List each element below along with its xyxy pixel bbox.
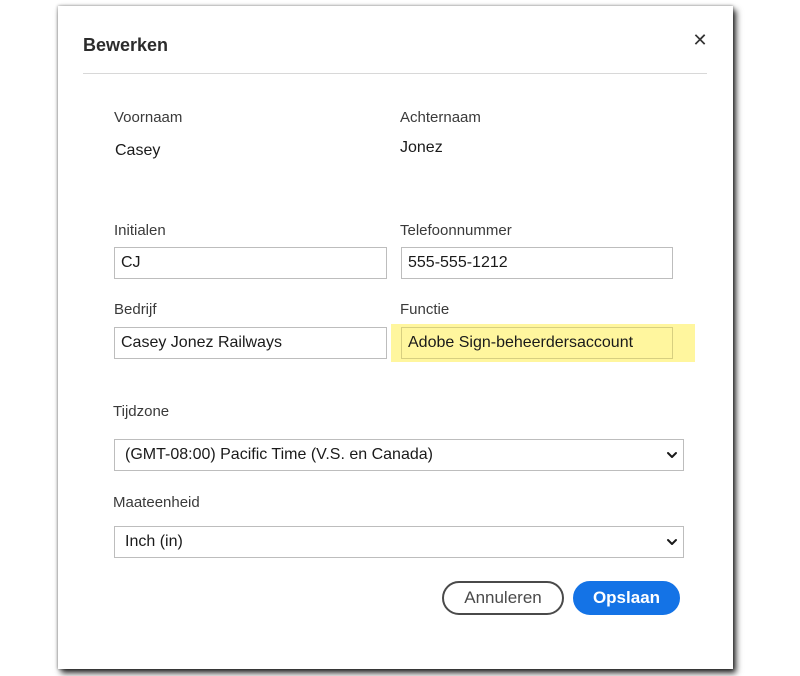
header-divider (83, 73, 707, 74)
close-icon[interactable]: ✕ (688, 30, 712, 54)
timezone-select[interactable]: (GMT-08:00) Pacific Time (V.S. en Canada… (114, 439, 684, 471)
chevron-down-icon (667, 452, 677, 458)
phone-label: Telefoonnummer (400, 222, 512, 239)
initials-label: Initialen (114, 222, 166, 239)
job-title-input[interactable] (401, 327, 673, 359)
last-name-label: Achternaam (400, 109, 481, 126)
dialog-title: Bewerken (83, 35, 169, 55)
last-name-value: Jonez (400, 139, 443, 156)
timezone-label: Tijdzone (113, 403, 170, 420)
job-title-label: Functie (400, 301, 450, 318)
initials-input[interactable] (114, 247, 387, 279)
cancel-button[interactable]: Annuleren (442, 581, 564, 615)
save-button[interactable]: Opslaan (573, 581, 680, 615)
company-label: Bedrijf (114, 301, 157, 318)
edit-dialog: Bewerken ✕ Voornaam Casey Achternaam Jon… (58, 6, 733, 669)
page-background: Bewerken ✕ Voornaam Casey Achternaam Jon… (0, 0, 800, 676)
phone-input[interactable] (401, 247, 673, 279)
chevron-down-icon (667, 539, 677, 545)
unit-select[interactable]: Inch (in) (114, 526, 684, 558)
unit-label: Maateenheid (113, 494, 200, 511)
timezone-select-value: (GMT-08:00) Pacific Time (V.S. en Canada… (125, 446, 433, 463)
first-name-value: Casey (115, 142, 161, 159)
unit-select-value: Inch (in) (125, 533, 183, 550)
company-input[interactable] (114, 327, 387, 359)
first-name-label: Voornaam (114, 109, 183, 126)
